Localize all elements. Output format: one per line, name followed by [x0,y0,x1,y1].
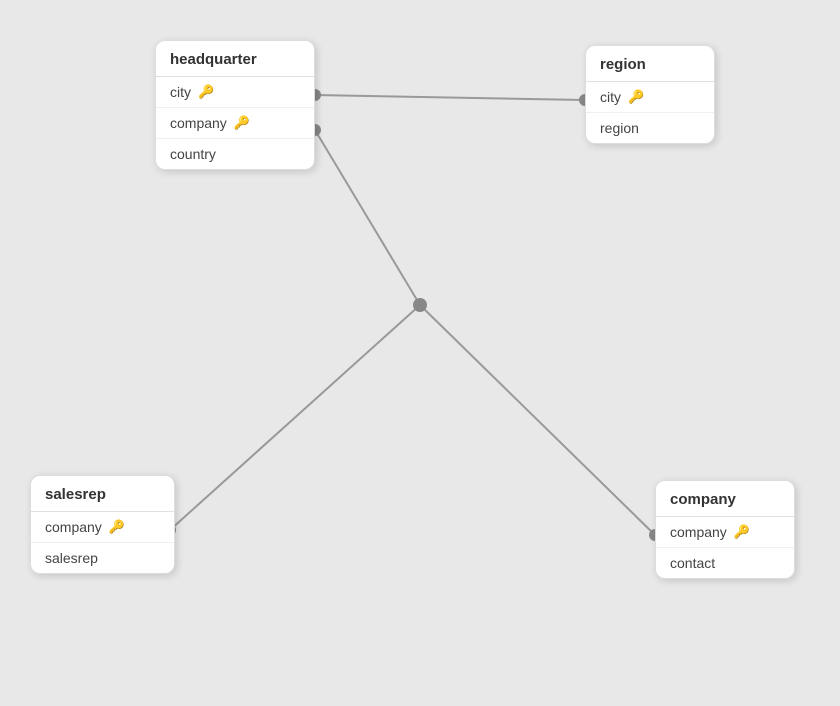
field-company-label: company [170,115,227,131]
key-icon-company-company: 🔑 [734,524,750,540]
key-icon-city: 🔑 [198,84,214,100]
table-company-title: company [656,481,794,517]
field-region-label: region [600,120,639,136]
table-headquarter[interactable]: headquarter city 🔑 company 🔑 country [155,40,315,170]
table-company[interactable]: company company 🔑 contact [655,480,795,579]
table-headquarter-row-country: country [156,139,314,169]
field-salesrep-company-label: company [45,519,102,535]
table-region[interactable]: region city 🔑 region [585,45,715,144]
table-headquarter-title: headquarter [156,41,314,77]
table-salesrep[interactable]: salesrep company 🔑 salesrep [30,475,175,574]
table-region-row-region: region [586,113,714,143]
table-salesrep-title: salesrep [31,476,174,512]
field-contact-label: contact [670,555,715,571]
diagram-canvas: headquarter city 🔑 company 🔑 country reg… [0,0,840,706]
table-company-row-contact: contact [656,548,794,578]
field-region-city-label: city [600,89,621,105]
table-salesrep-row-salesrep: salesrep [31,543,174,573]
table-headquarter-row-company: company 🔑 [156,108,314,139]
field-country-label: country [170,146,216,162]
field-city-label: city [170,84,191,100]
table-region-title: region [586,46,714,82]
key-icon-company: 🔑 [234,115,250,131]
key-icon-region-city: 🔑 [628,89,644,105]
table-company-row-company: company 🔑 [656,517,794,548]
table-headquarter-row-city: city 🔑 [156,77,314,108]
table-region-row-city: city 🔑 [586,82,714,113]
field-company-company-label: company [670,524,727,540]
field-salesrep-label: salesrep [45,550,98,566]
key-icon-salesrep-company: 🔑 [109,519,125,535]
table-salesrep-row-company: company 🔑 [31,512,174,543]
